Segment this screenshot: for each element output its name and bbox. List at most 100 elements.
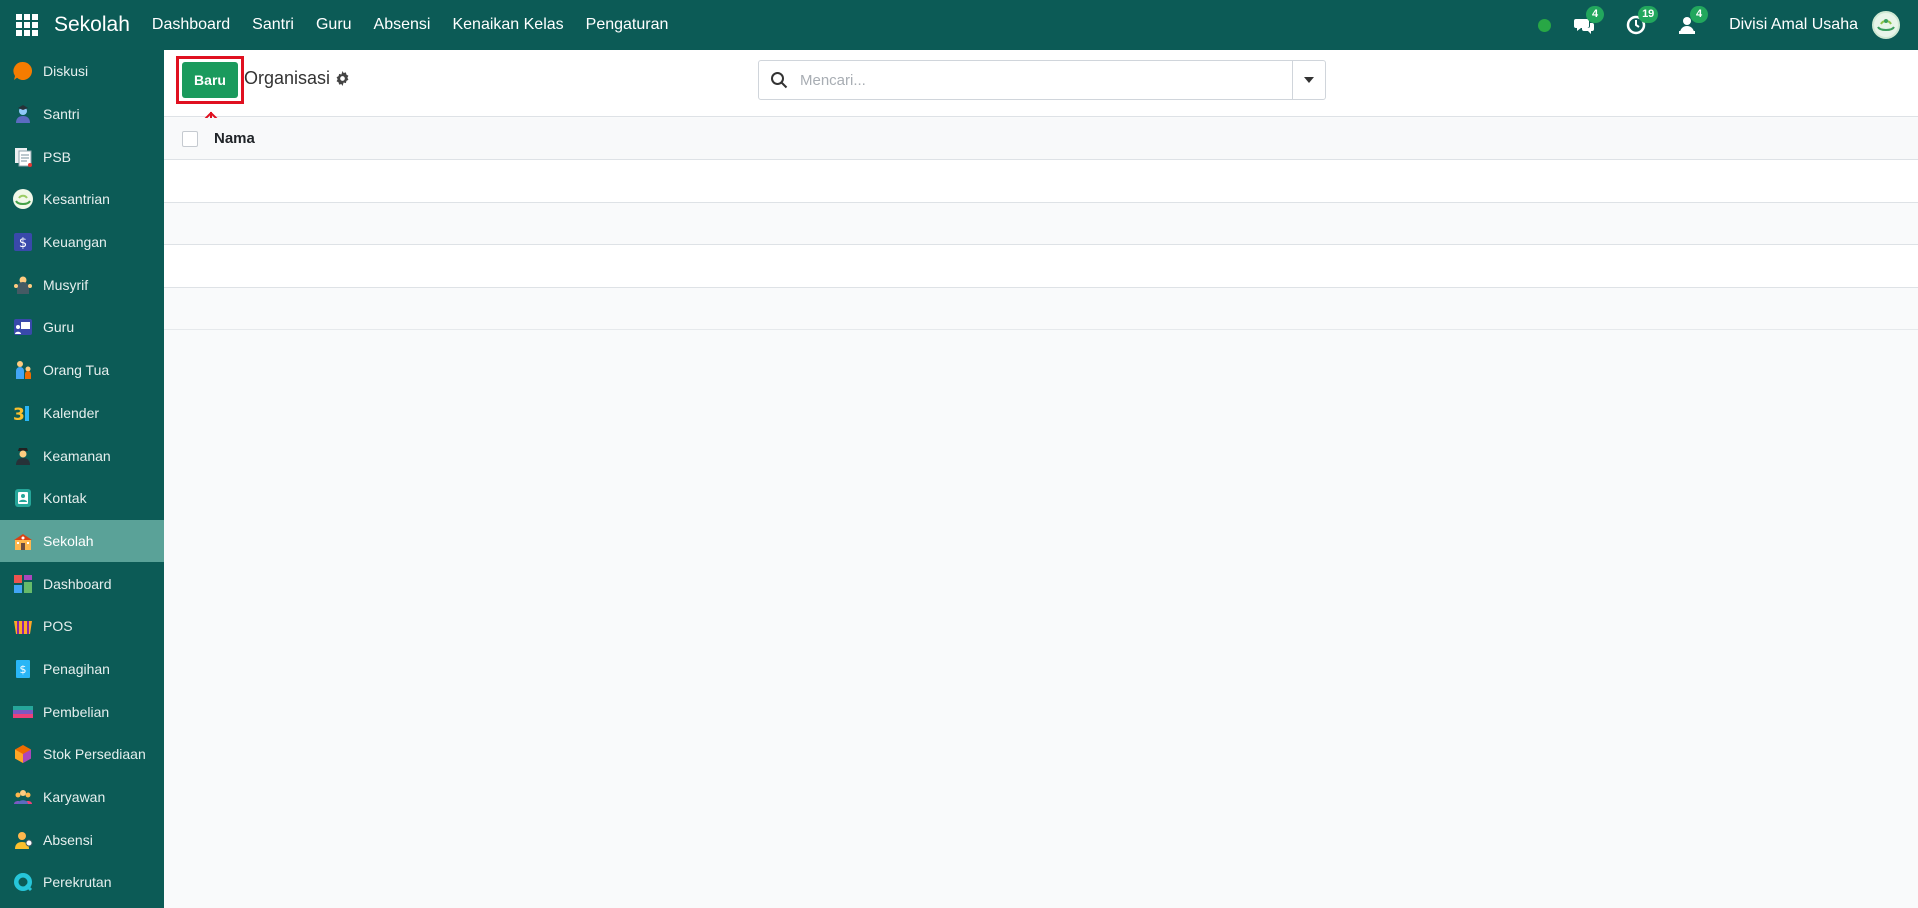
sidebar-item-label: Dashboard bbox=[43, 575, 112, 592]
sidebar-item-stok-persediaan[interactable]: Stok Persediaan bbox=[0, 733, 164, 776]
dashboard-icon bbox=[12, 573, 34, 595]
purchase-icon bbox=[12, 701, 34, 723]
teacher-icon bbox=[12, 316, 34, 338]
sidebar-item-label: Musyrif bbox=[43, 276, 89, 293]
search-input[interactable] bbox=[800, 71, 1292, 89]
sidebar-item-label: Keuangan bbox=[43, 234, 107, 251]
sidebar-item-sekolah[interactable]: Sekolah bbox=[0, 519, 164, 563]
control-panel: Baru Organisasi bbox=[164, 50, 1918, 117]
sidebar-item-label: Orang Tua bbox=[43, 362, 110, 379]
page-title: Organisasi bbox=[244, 68, 331, 88]
sidebar-item-label: Diskusi bbox=[43, 63, 89, 80]
sidebar-item-label: Perekrutan bbox=[43, 874, 112, 891]
student-icon bbox=[12, 103, 34, 125]
sidebar-item-orang-tua[interactable]: Orang Tua bbox=[0, 349, 164, 392]
sidebar-item-label: Pembelian bbox=[43, 703, 110, 720]
gear-icon[interactable] bbox=[335, 71, 350, 86]
sidebar-item-santri[interactable]: Santri bbox=[0, 93, 164, 136]
app-sidebar: Diskusi Santri PSB Kesantrian $ Keuangan… bbox=[0, 50, 164, 908]
svg-text:$: $ bbox=[20, 663, 27, 676]
sidebar-item-pembelian[interactable]: Pembelian bbox=[0, 690, 164, 733]
sidebar-item-keuangan[interactable]: $ Keuangan bbox=[0, 221, 164, 264]
sidebar-item-karyawan[interactable]: Karyawan bbox=[0, 776, 164, 819]
list-view: Nama bbox=[164, 118, 1918, 330]
messages-icon[interactable]: 4 bbox=[1573, 6, 1605, 36]
activities-clock-icon[interactable]: 19 bbox=[1625, 6, 1659, 36]
invoice-icon: $ bbox=[12, 658, 34, 680]
sidebar-item-label: Guru bbox=[43, 319, 75, 336]
contact-icon bbox=[12, 487, 34, 509]
navbar-systray: 4 19 4 Divisi Amal Usaha bbox=[1538, 0, 1918, 50]
menu-pengaturan[interactable]: Pengaturan bbox=[586, 16, 669, 34]
sidebar-item-dashboard[interactable]: Dashboard bbox=[0, 562, 164, 605]
svg-text:3: 3 bbox=[13, 405, 25, 424]
caret-down-icon bbox=[1304, 77, 1314, 83]
sidebar-item-label: Keamanan bbox=[43, 447, 111, 464]
sidebar-item-musyrif[interactable]: Musyrif bbox=[0, 263, 164, 306]
sidebar-item-keamanan[interactable]: Keamanan bbox=[0, 434, 164, 477]
user-menu-name[interactable]: Divisi Amal Usaha bbox=[1729, 16, 1858, 34]
messages-count-badge: 4 bbox=[1586, 6, 1605, 23]
mentor-icon bbox=[12, 274, 34, 296]
menu-dashboard[interactable]: Dashboard bbox=[152, 16, 230, 34]
security-guard-icon bbox=[12, 445, 34, 467]
breadcrumb: Organisasi bbox=[244, 68, 350, 89]
attendance-icon bbox=[12, 829, 34, 851]
activities-count-badge: 19 bbox=[1638, 6, 1659, 23]
menu-kenaikan-kelas[interactable]: Kenaikan Kelas bbox=[452, 16, 563, 34]
table-row bbox=[164, 202, 1918, 245]
pos-store-icon bbox=[12, 615, 34, 637]
sidebar-item-diskusi[interactable]: Diskusi bbox=[0, 50, 164, 93]
sidebar-item-label: Sekolah bbox=[43, 532, 94, 549]
recruitment-icon bbox=[12, 871, 34, 893]
app-brand[interactable]: Sekolah bbox=[54, 13, 130, 37]
sidebar-item-kalender[interactable]: 3 Kalender bbox=[0, 392, 164, 435]
sidebar-item-label: Kontak bbox=[43, 490, 87, 507]
search-bar bbox=[758, 60, 1326, 100]
sidebar-item-label: POS bbox=[43, 618, 73, 635]
svg-text:$: $ bbox=[19, 236, 27, 251]
sidebar-item-label: Karyawan bbox=[43, 789, 106, 806]
sidebar-item-guru[interactable]: Guru bbox=[0, 306, 164, 349]
parent-icon bbox=[12, 359, 34, 381]
sidebar-item-pos[interactable]: POS bbox=[0, 605, 164, 648]
sidebar-item-kontak[interactable]: Kontak bbox=[0, 477, 164, 520]
search-options-toggle[interactable] bbox=[1292, 61, 1325, 99]
sidebar-item-penagihan[interactable]: $ Penagihan bbox=[0, 648, 164, 691]
school-icon bbox=[12, 530, 34, 552]
column-header-nama[interactable]: Nama bbox=[214, 130, 255, 147]
table-row bbox=[164, 245, 1918, 288]
sidebar-item-label: Kalender bbox=[43, 404, 100, 421]
calendar-icon: 3 bbox=[12, 402, 34, 424]
table-row bbox=[164, 160, 1918, 203]
sidebar-item-perekrutan[interactable]: Perekrutan bbox=[0, 861, 164, 904]
app-grid-icon[interactable] bbox=[16, 14, 38, 36]
documents-icon bbox=[12, 146, 34, 168]
select-all-checkbox[interactable] bbox=[182, 130, 198, 147]
online-status-dot bbox=[1538, 18, 1552, 32]
sidebar-item-absensi[interactable]: Absensi bbox=[0, 818, 164, 861]
sidebar-item-label: Penagihan bbox=[43, 660, 110, 677]
sidebar-item-label: Stok Persediaan bbox=[43, 746, 146, 763]
menu-santri[interactable]: Santri bbox=[252, 16, 294, 34]
employees-icon bbox=[12, 786, 34, 808]
table-row bbox=[164, 287, 1918, 330]
sidebar-item-label: PSB bbox=[43, 148, 72, 165]
sidebar-item-psb[interactable]: PSB bbox=[0, 135, 164, 178]
kesantrian-logo-icon bbox=[12, 188, 34, 210]
top-navbar: Sekolah Dashboard Santri Guru Absensi Ke… bbox=[0, 0, 1918, 50]
finance-icon: $ bbox=[12, 231, 34, 253]
menu-guru[interactable]: Guru bbox=[316, 16, 352, 34]
menu-absensi[interactable]: Absensi bbox=[374, 16, 431, 34]
sidebar-item-label: Kesantrian bbox=[43, 191, 110, 208]
notifications-icon[interactable]: 4 bbox=[1677, 6, 1709, 36]
sidebar-item-label: Santri bbox=[43, 106, 80, 123]
notifications-count-badge: 4 bbox=[1690, 6, 1709, 23]
user-avatar[interactable] bbox=[1872, 11, 1900, 39]
sidebar-item-kesantrian[interactable]: Kesantrian bbox=[0, 178, 164, 221]
new-button[interactable]: Baru bbox=[182, 62, 238, 98]
table-header: Nama bbox=[164, 118, 1918, 160]
inventory-icon bbox=[12, 743, 34, 765]
discuss-icon bbox=[12, 60, 34, 82]
sidebar-item-label: Absensi bbox=[43, 831, 93, 848]
